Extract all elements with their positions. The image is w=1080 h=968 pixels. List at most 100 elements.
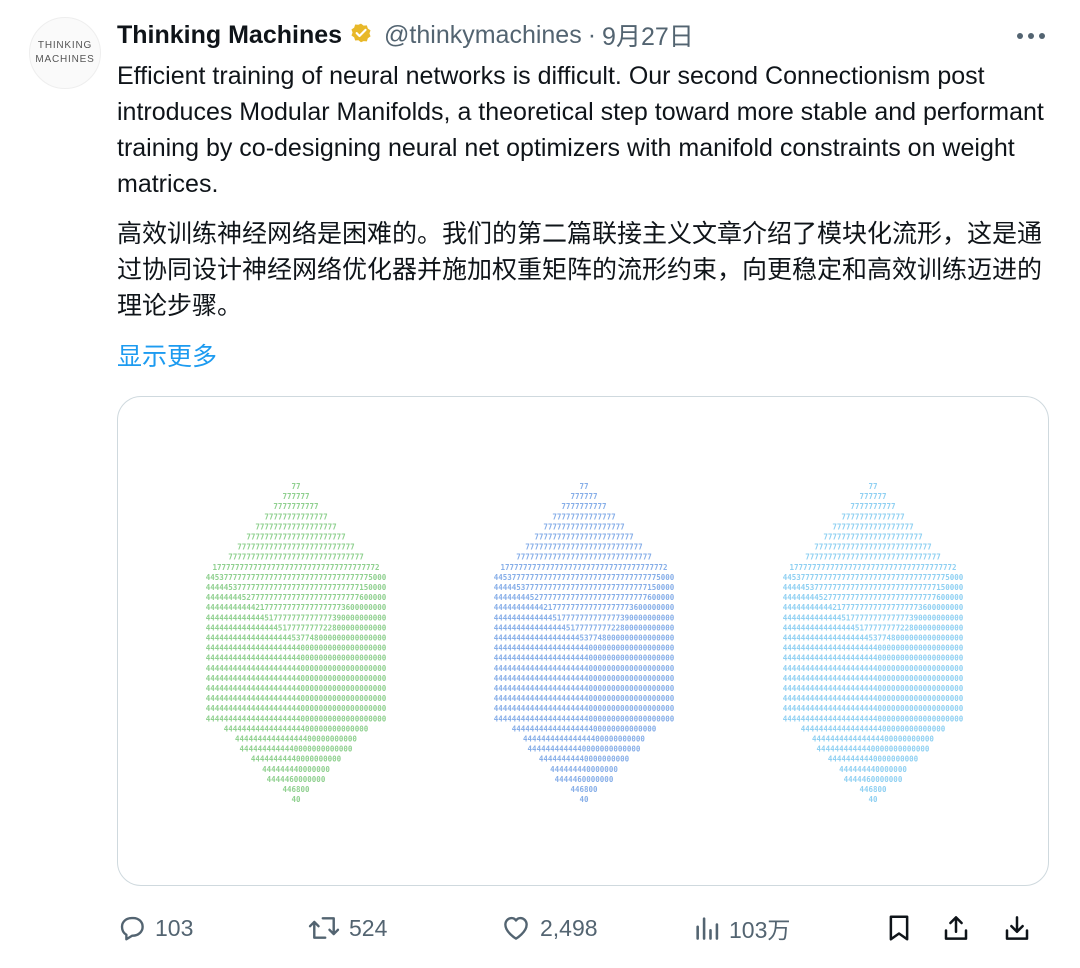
glyph-row: 777777777777777777777777777777: [516, 553, 651, 562]
glyph-row: 44444444440000000000: [539, 755, 630, 764]
glyph-row: 77: [579, 482, 588, 491]
glyph-row: 446800: [570, 785, 598, 794]
glyph-row: 4444444444444444444440000000000000000000: [494, 694, 675, 703]
glyph-row: 4444444452777777777777777777777777600000: [494, 593, 675, 602]
glyph-row: 4444444444444444444440000000000000000000: [206, 674, 387, 683]
tweet-text-en: Efficient training of neural networks is…: [117, 62, 1044, 198]
retweet-button[interactable]: 524: [307, 904, 387, 952]
glyph-row: 444444440000000: [262, 765, 330, 774]
glyph-row: 7777777777: [561, 502, 606, 511]
glyph-row: 444444440000000: [839, 765, 907, 774]
glyph-row: 4453777777777777777777777777777777775000: [206, 573, 387, 582]
views-button[interactable]: 103万: [693, 904, 790, 952]
retweet-icon: [308, 917, 340, 939]
tweet-header: Thinking Machines @thinkymachines · 9月27…: [117, 17, 694, 53]
avatar-line-1: THINKING: [37, 40, 93, 51]
more-options-icon[interactable]: [1014, 22, 1048, 50]
like-button[interactable]: 2,498: [500, 904, 598, 952]
glyph-hexagon: 7777777777777777777777777777777777777777…: [783, 482, 964, 804]
glyph-row: 77: [291, 482, 300, 491]
glyph-row: 4444444452777777777777777777777777600000: [206, 593, 387, 602]
glyph-row: 4444444444444517777777777777390000000000: [494, 613, 675, 622]
glyph-row: 4444444444444444444440000000000000000000: [206, 684, 387, 693]
glyph-row: 7777777777777777777777: [534, 533, 633, 542]
glyph-row: 444444444444444400000000000: [523, 735, 645, 744]
glyph-row: 4444444444444444444440000000000000000000: [494, 684, 675, 693]
glyph-row: 4444444444444444444440000000000000000000: [494, 664, 675, 673]
glyph-row: 4444444444444444444440000000000000000000: [206, 714, 387, 723]
glyph-row: 4444444444444444517777777722800000000000: [494, 623, 675, 632]
avatar[interactable]: THINKING MACHINES: [29, 17, 101, 89]
glyph-row: 4444444444444444444440000000000000000000: [206, 704, 387, 713]
bookmark-button[interactable]: [884, 904, 914, 952]
glyph-row: 4444444444444444444440000000000000000000: [494, 714, 675, 723]
glyph-row: 777777777777777777: [255, 522, 336, 531]
glyph-row: 1777777777777777777777777777777777772: [789, 563, 956, 572]
reply-count: 103: [155, 914, 194, 941]
glyph-row: 4444444444444444517777777722800000000000: [783, 623, 964, 632]
heart-icon: [504, 916, 528, 940]
glyph-row: 40: [579, 795, 589, 804]
download-button[interactable]: [1002, 904, 1032, 952]
glyph-row: 4444444444444444444537748000000000000000: [494, 634, 675, 643]
verified-badge-icon[interactable]: [348, 22, 374, 48]
glyph-row: 44444444444444444400000000000000: [512, 724, 657, 733]
like-count: 2,498: [540, 914, 598, 941]
glyph-row: 4444444444421777777777777777773600000000: [494, 603, 675, 612]
action-bar: 103 524 2,498 103万: [117, 904, 1047, 952]
glyph-row: 4444444452777777777777777777777777600000: [783, 593, 964, 602]
download-icon: [1005, 916, 1029, 940]
glyph-row: 1777777777777777777777777777777777772: [212, 563, 379, 572]
media-image[interactable]: 77 777777 7777777777 77777777777777 77777777…: [117, 396, 1049, 886]
glyph-hexagon: 7777777777777777777777777777777777777777…: [494, 482, 675, 804]
glyph-row: 4444460000000: [844, 775, 903, 784]
glyph-row: 4453777777777777777777777777777777775000: [494, 573, 675, 582]
glyph-row: 777777777777777777777777777777: [228, 553, 363, 562]
glyph-row: 446800: [859, 785, 887, 794]
glyph-row: 7777777777777777777777: [246, 533, 345, 542]
glyph-hexagon: 7777777777777777777777777777777777777777…: [206, 482, 387, 804]
glyph-row: 44444444444444444400000000000000: [224, 724, 369, 733]
reply-icon: [120, 916, 144, 941]
glyph-row: 4444444444444444444537748000000000000000: [783, 634, 964, 643]
tweet-date[interactable]: 9月27日: [602, 17, 694, 53]
glyph-row: 777777777777777777: [543, 522, 624, 531]
glyph-row: 4444460000000: [555, 775, 614, 784]
glyph-row: 4444444444444444444440000000000000000000: [206, 644, 387, 653]
glyph-row: 4444444444444444444440000000000000000000: [494, 644, 675, 653]
glyph-row: 4444444444444444444440000000000000000000: [494, 654, 675, 663]
glyph-row: 4444444444444444444440000000000000000000: [783, 664, 964, 673]
glyph-row: 4444444444444444444440000000000000000000: [783, 704, 964, 713]
glyph-row: 4444444444444444444440000000000000000000: [783, 694, 964, 703]
glyph-row: 7777777777: [273, 502, 318, 511]
glyph-row: 77777777777777: [264, 512, 327, 521]
glyph-row: 4444444444421777777777777777773600000000: [206, 603, 387, 612]
bookmark-icon: [889, 915, 909, 941]
glyph-row: 4444444444444517777777777777390000000000: [206, 613, 387, 622]
glyph-row: 7777777777777777777777: [823, 533, 922, 542]
glyph-row: 777777: [570, 492, 597, 501]
glyph-row: 77777777777777777777777777: [237, 543, 354, 552]
handle[interactable]: @thinkymachines: [384, 21, 582, 50]
glyph-row: 77777777777777777777777777: [525, 543, 642, 552]
glyph-row: 44444444444444444400000000000000: [801, 724, 946, 733]
separator-dot: ·: [587, 20, 597, 49]
glyph-row: 40: [868, 795, 878, 804]
glyph-row: 444444444444444400000000000: [812, 735, 934, 744]
reply-button[interactable]: 103: [117, 904, 193, 952]
glyph-row: 777777777777777777777777777777: [805, 553, 940, 562]
glyph-row: 4444444444444517777777777777390000000000: [783, 613, 964, 622]
glyph-row: 77: [868, 482, 877, 491]
glyph-row: 446800: [282, 785, 310, 794]
avatar-line-2: MACHINES: [35, 54, 95, 65]
glyph-row: 4444444444444444444440000000000000000000: [206, 664, 387, 673]
glyph-row: 4444444444440000000000000: [817, 745, 930, 754]
share-button[interactable]: [941, 904, 971, 952]
hexagon-glyph-art: 7777777777777777777777777777777777777777…: [206, 482, 964, 804]
show-more-link[interactable]: 显示更多: [117, 337, 217, 373]
glyph-row: 44444444440000000000: [828, 755, 919, 764]
glyph-row: 777777: [282, 492, 309, 501]
glyph-row: 4444444444444444444440000000000000000000: [783, 674, 964, 683]
display-name[interactable]: Thinking Machines: [117, 21, 342, 50]
glyph-row: 777777777777777777: [832, 522, 913, 531]
